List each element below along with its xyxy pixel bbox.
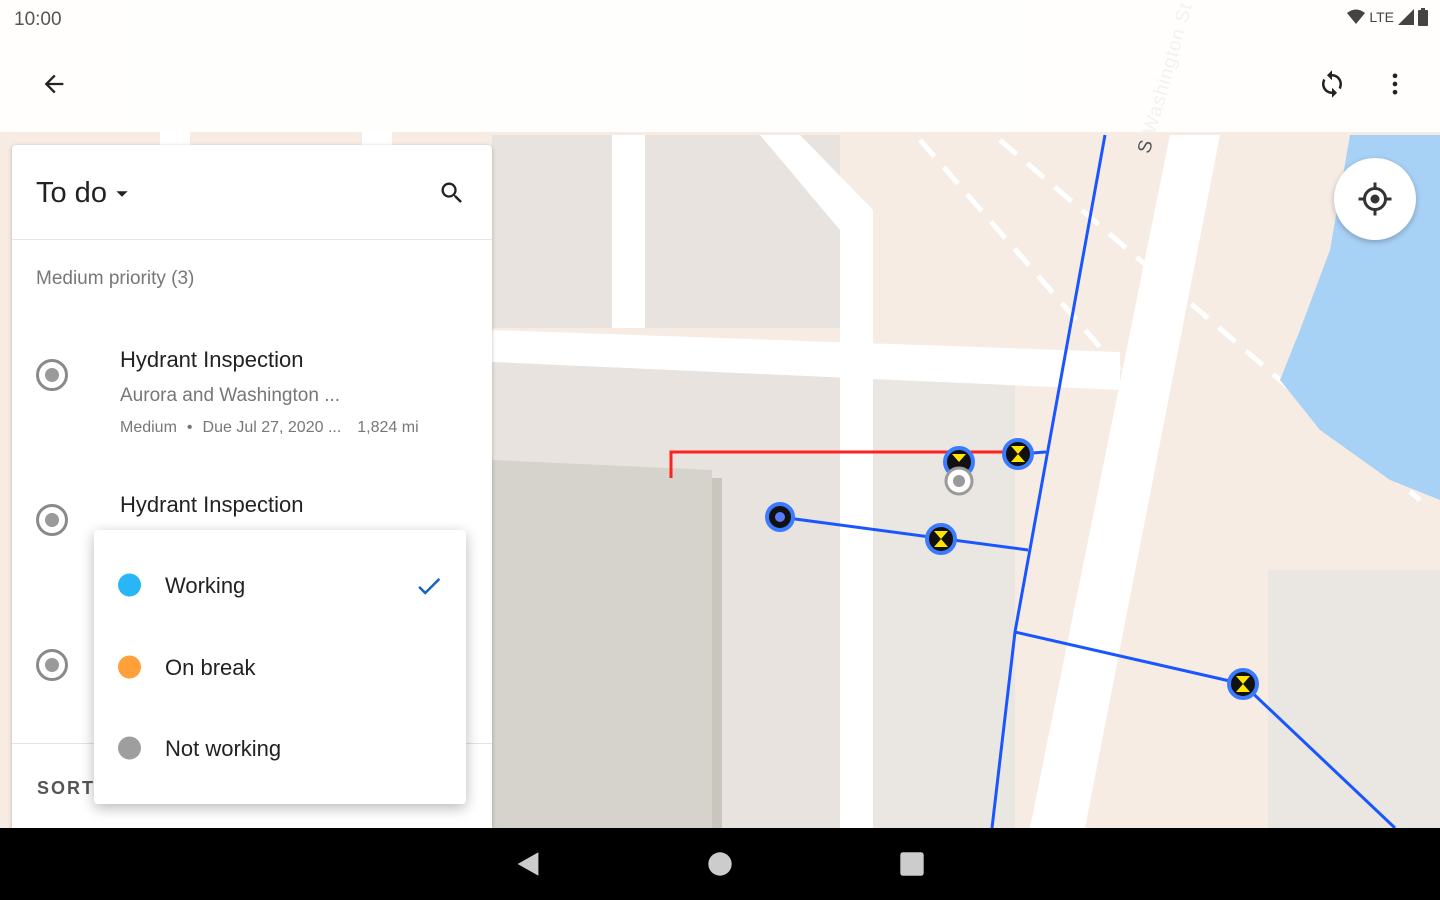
circle-home-icon — [708, 852, 732, 876]
status-radio[interactable] — [36, 359, 68, 391]
hydrant-marker[interactable] — [1227, 668, 1259, 700]
task-distance: 1,824 mi — [357, 419, 419, 436]
network-type: LTE — [1369, 9, 1394, 25]
panel-title: To do — [36, 177, 107, 209]
battery-icon — [1418, 8, 1428, 26]
nav-back-button[interactable] — [506, 842, 550, 886]
task-location-marker[interactable] — [944, 466, 974, 496]
status-time: 10:00 — [14, 9, 62, 30]
triangle-back-icon — [517, 852, 539, 876]
square-recents-icon — [900, 852, 924, 876]
hydrant-marker[interactable] — [925, 523, 957, 555]
system-nav-bar — [0, 828, 1440, 900]
search-button[interactable] — [432, 173, 472, 213]
check-icon — [418, 578, 441, 595]
search-icon — [441, 182, 462, 203]
arrow-back-icon — [44, 74, 64, 94]
nav-home-button[interactable] — [698, 842, 742, 886]
status-option-label: On break — [165, 655, 256, 680]
valve-marker[interactable] — [765, 502, 795, 532]
dropdown-arrow-icon — [116, 190, 128, 197]
separator-dot: • — [186, 419, 193, 436]
task-location: Aurora and Washington ... — [120, 385, 341, 406]
more-vert-icon — [1392, 73, 1398, 95]
my-location-button[interactable] — [1334, 158, 1416, 240]
task-list-item[interactable]: Hydrant Inspection Aurora and Washington… — [12, 330, 492, 450]
signal-icon — [1398, 9, 1414, 25]
status-color-dot — [118, 736, 141, 760]
hydrant-marker[interactable] — [1002, 438, 1034, 470]
nav-recents-button[interactable] — [890, 842, 934, 886]
status-option-label: Working — [165, 573, 246, 598]
sync-button[interactable] — [1308, 60, 1356, 108]
section-header: Medium priority (3) — [36, 268, 195, 289]
task-title: Hydrant Inspection — [120, 347, 304, 372]
status-option-not-working[interactable]: Not working — [94, 706, 466, 786]
app-bar: 10:00 LTE — [0, 0, 1440, 132]
task-due-date: Due Jul 27, 2020 ... — [202, 419, 342, 436]
list-filter-dropdown[interactable]: To do — [36, 177, 129, 210]
work-status-menu: Working On break Not working — [94, 530, 466, 804]
task-title: Hydrant Inspection — [120, 492, 304, 517]
status-option-label: Not working — [165, 736, 282, 761]
sync-icon — [1322, 70, 1342, 98]
status-radio[interactable] — [36, 504, 68, 536]
status-radio[interactable] — [36, 649, 68, 681]
back-button[interactable] — [30, 60, 78, 108]
status-color-dot — [118, 655, 141, 679]
panel-header: To do — [12, 145, 492, 240]
wifi-icon — [1347, 9, 1366, 24]
more-options-button[interactable] — [1371, 60, 1419, 108]
status-color-dot — [118, 573, 141, 597]
sort-label: SORT — [37, 778, 96, 798]
status-option-on-break[interactable]: On break — [94, 625, 466, 705]
task-meta: Medium • Due Jul 27, 2020 ... 1,824 mi — [120, 419, 419, 437]
my-location-icon — [1358, 182, 1392, 216]
status-option-working[interactable]: Working — [94, 543, 466, 623]
task-priority: Medium — [120, 419, 177, 436]
status-icons: LTE — [1347, 8, 1428, 26]
